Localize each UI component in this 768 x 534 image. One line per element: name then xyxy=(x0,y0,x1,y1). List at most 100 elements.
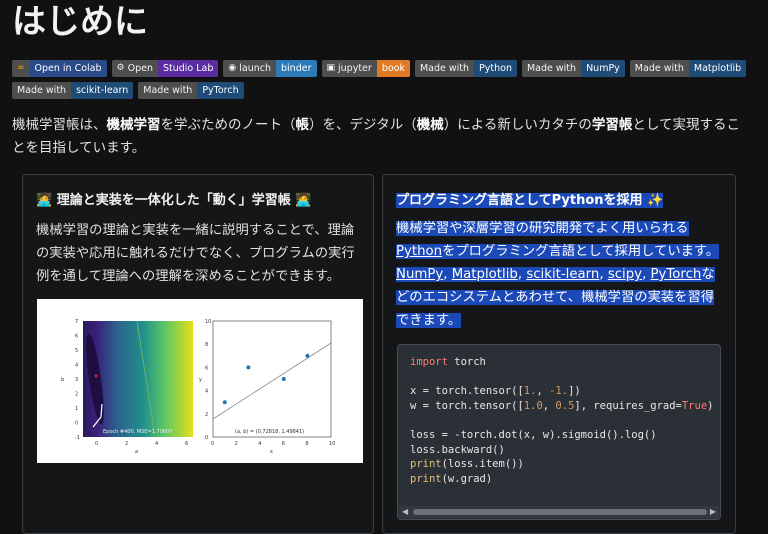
params-label: (a, b) = (0.72818, 1.49841) xyxy=(235,429,304,435)
left-yticks: -1 0 1 2 3 4 5 6 7 xyxy=(75,319,80,441)
badge-right-text: Matplotlib xyxy=(688,60,747,77)
badge-binder[interactable]: ◉ launch binder xyxy=(223,60,317,77)
link-matplotlib[interactable]: Matplotlib xyxy=(452,267,518,282)
x-tick-label: 6 xyxy=(282,441,285,447)
training-plot-image: Epoch #400, MSE=1.70607 -1 0 1 2 3 4 5 6 7 0246 … xyxy=(37,299,363,463)
y-tick-label: 6 xyxy=(205,365,208,371)
badge-right-text: Python xyxy=(474,60,517,77)
feature-card-python: プログラミング言語としてPythonを採用 ✨ 機械学習や深層学習の研究開発でよ… xyxy=(382,174,736,534)
intro-text: ）による新しいカタチの xyxy=(443,117,592,133)
training-plot-svg: Epoch #400, MSE=1.70607 -101234567 0246 … xyxy=(61,319,335,455)
badge-label: Made with xyxy=(629,60,689,77)
badge-numpy[interactable]: Made with NumPy xyxy=(521,60,625,77)
scroll-right-icon[interactable]: ▶ xyxy=(710,506,716,518)
badge-label: Made with xyxy=(12,82,72,99)
badge-left-text: Made with xyxy=(17,85,67,96)
badge-book[interactable]: ▣ jupyter book xyxy=(321,60,410,77)
left-ylabel: b xyxy=(61,377,64,383)
badge-python[interactable]: Made with Python xyxy=(414,60,517,77)
y-tick-label: 8 xyxy=(205,342,208,348)
x-tick-label: 4 xyxy=(155,441,158,447)
y-tick-label: -1 xyxy=(75,435,80,441)
badge-row: Made with scikit-learn Made with PyTorch xyxy=(12,82,752,99)
colab-icon: ∞ xyxy=(17,63,25,73)
y-tick-label: 0 xyxy=(205,435,208,441)
intro-bold: 帳 xyxy=(295,117,310,133)
scatter-axes xyxy=(212,320,332,438)
badge-row: ∞ Open in Colab ⚙ Open Studio Lab ◉ launch bind… xyxy=(12,60,752,77)
badge-right-text: Open in Colab xyxy=(29,60,107,77)
link-pytorch[interactable]: PyTorch xyxy=(651,267,702,282)
binder-icon: ◉ xyxy=(228,63,237,73)
scatter-point xyxy=(246,365,251,370)
feature-card-theory: 🧑‍💻 理論と実装を一体化した「動く」学習帳 🧑‍💻 機械学習の理論と実装を一緒… xyxy=(22,174,374,534)
badge-studio-lab[interactable]: ⚙ Open Studio Lab xyxy=(111,60,219,77)
y-tick-label: 2 xyxy=(75,392,78,398)
scroll-left-icon[interactable]: ◀ xyxy=(402,506,408,518)
badge-open-in-colab[interactable]: ∞ Open in Colab xyxy=(12,60,107,77)
badge-label: Made with xyxy=(414,60,475,77)
page-title: はじめに xyxy=(12,2,148,42)
card-text: 機械学習や深層学習の研究開発でよく用いられる Pythonをプログラミング言語とし… xyxy=(396,217,726,332)
scatter-point xyxy=(281,377,286,381)
badge-left-text: Made with xyxy=(634,63,684,74)
x-tick-label: 6 xyxy=(185,441,188,447)
badge-label: ⚙ Open xyxy=(111,60,158,77)
separator: , xyxy=(599,267,608,282)
x-tick-label: 0 xyxy=(211,441,214,447)
badge-left-text: Made with xyxy=(143,85,193,96)
badge-left-text: jupyter xyxy=(338,63,372,74)
right-yticks: 0 2 4 6 8 10 xyxy=(205,319,211,441)
y-tick-label: 7 xyxy=(75,319,78,325)
separator: , xyxy=(642,267,651,282)
badge-scikit-learn[interactable]: Made with scikit-learn xyxy=(12,82,134,99)
y-tick-label: 4 xyxy=(205,389,208,395)
link-python[interactable]: Python xyxy=(396,244,442,259)
scatter-point xyxy=(222,400,227,405)
badge-pytorch[interactable]: Made with PyTorch xyxy=(138,82,244,99)
badge-matplotlib[interactable]: Made with Matplotlib xyxy=(629,60,747,77)
link-numpy[interactable]: NumPy xyxy=(396,267,443,282)
code-horizontal-scrollbar[interactable]: ◀ ▶ xyxy=(399,506,719,518)
card-title-text: プログラミング言語としてPythonを採用 ✨ xyxy=(396,193,664,208)
card-text: 機械学習の理論と実装を一緒に説明することで、理論の実装や応用に触れるだけでなく、… xyxy=(36,223,355,284)
y-tick-label: 3 xyxy=(75,377,78,383)
y-tick-label: 2 xyxy=(205,412,208,418)
intro-bold: 機械学習 xyxy=(106,117,161,133)
scatter-point xyxy=(305,353,310,358)
badge-left-text: Made with xyxy=(526,63,577,74)
y-tick-label: 1 xyxy=(75,406,78,412)
badge-right-text: Studio Lab xyxy=(157,60,219,77)
intro-paragraph: 機械学習帳は、機械学習を学ぶためのノート（帳）を、デジタル（機械）による新しいカ… xyxy=(12,114,752,160)
right-ylabel: y xyxy=(199,377,202,383)
x-tick-label: 2 xyxy=(235,441,238,447)
left-xticks: 0 2 4 6 xyxy=(95,441,188,447)
badge-label: ◉ launch xyxy=(223,60,277,77)
left-xlabel: a xyxy=(135,449,138,455)
epoch-label: Epoch #400, MSE=1.70607 xyxy=(103,429,172,435)
badge-left-text: Open xyxy=(127,63,153,74)
card-text-part: 機械学習や深層学習の研究開発でよく用いられる xyxy=(396,221,689,236)
intro-text: 機械学習帳は、 xyxy=(12,117,107,133)
scroll-thumb[interactable] xyxy=(413,509,707,515)
intro-text: を学ぶためのノート（ xyxy=(160,117,296,133)
x-tick-label: 8 xyxy=(305,441,308,447)
badge-left-text: launch xyxy=(239,63,272,74)
optimum-marker xyxy=(94,374,98,378)
code-block[interactable]: import torch x = torch.tensor([1., -1.])… xyxy=(397,344,721,520)
intro-bold: 学習帳 xyxy=(591,117,633,133)
studiolab-icon: ⚙ xyxy=(116,63,125,73)
x-tick-label: 10 xyxy=(329,441,335,447)
y-tick-label: 5 xyxy=(75,348,78,354)
link-scipy[interactable]: scipy xyxy=(608,267,642,282)
badge-right-text: binder xyxy=(276,60,317,77)
separator: , xyxy=(443,267,452,282)
x-tick-label: 4 xyxy=(258,441,261,447)
badge-right-text: NumPy xyxy=(581,60,625,77)
badge-label: ▣ jupyter xyxy=(321,60,377,77)
intro-bold: 機械 xyxy=(416,117,444,133)
link-scikit-learn[interactable]: scikit-learn xyxy=(526,267,599,282)
badge-label: Made with xyxy=(138,82,198,99)
x-tick-label: 2 xyxy=(125,441,128,447)
y-tick-label: 10 xyxy=(205,319,211,325)
